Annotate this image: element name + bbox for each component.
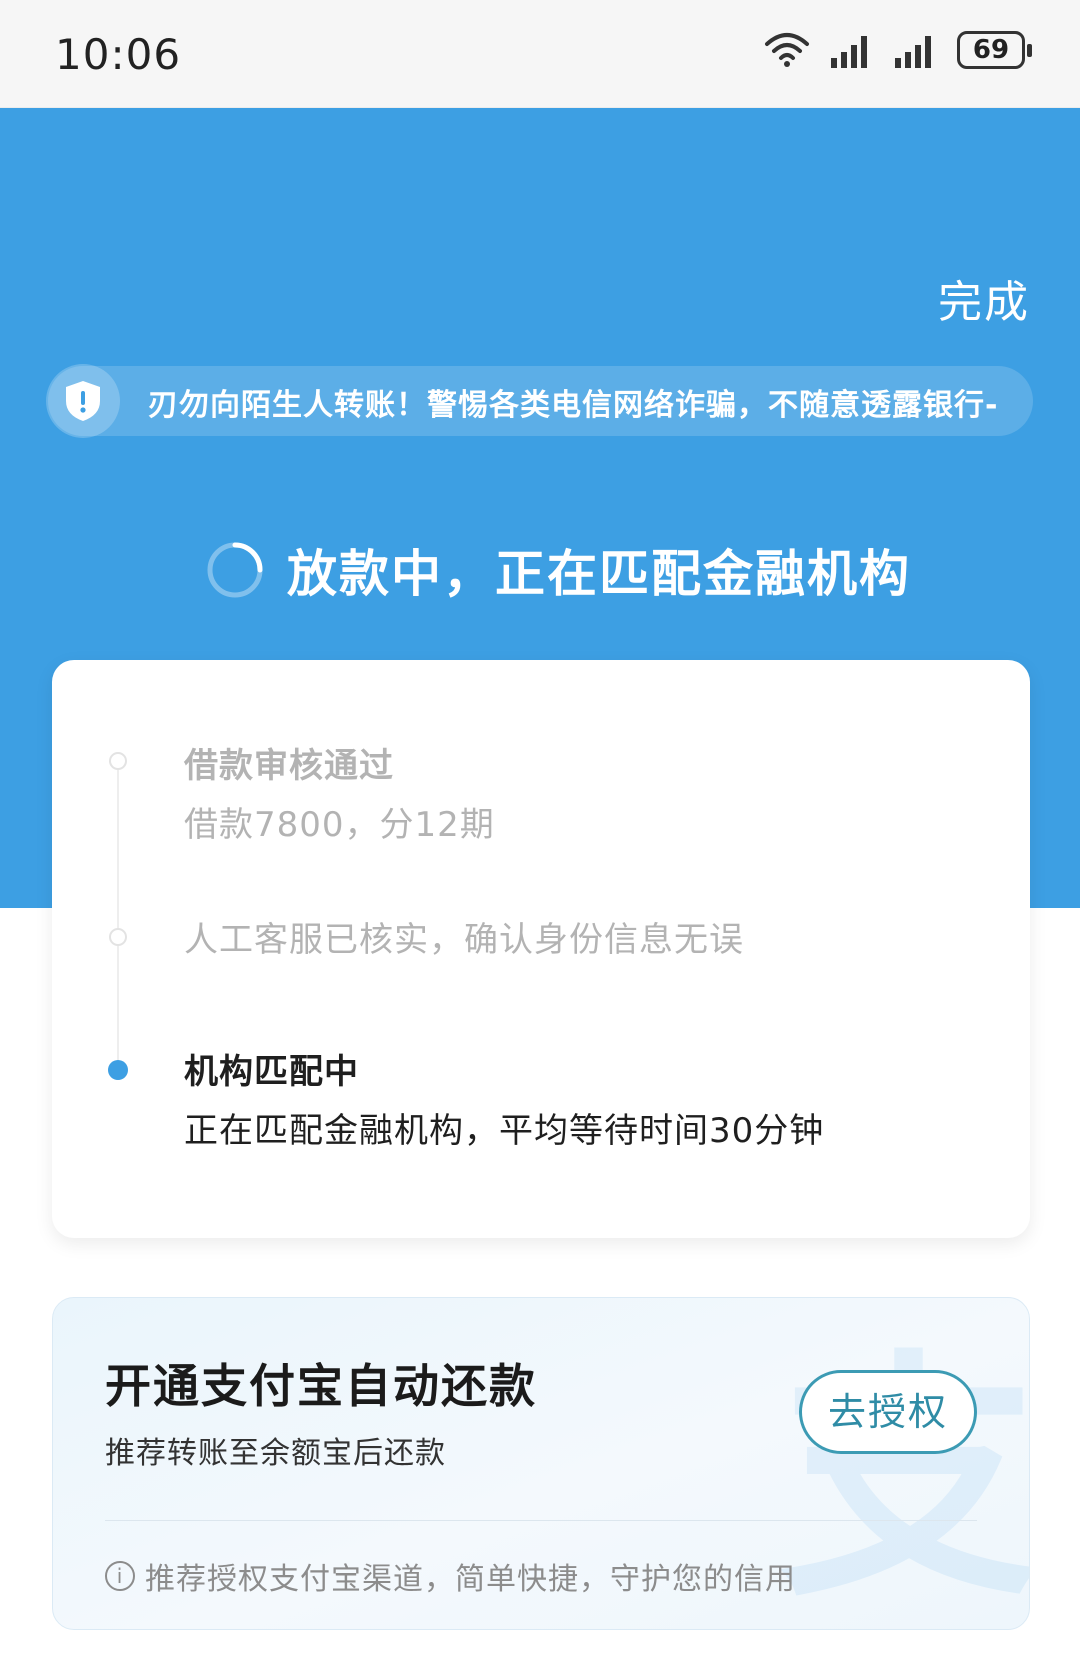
divider bbox=[105, 1520, 977, 1521]
fraud-notice-bar[interactable]: 刃勿向陌生人转账！警惕各类电信网络诈骗，不随意透露银行- bbox=[46, 364, 1033, 438]
step-1-dot bbox=[109, 752, 127, 770]
status-time: 10:06 bbox=[55, 30, 182, 79]
alipay-note: i 推荐授权支付宝渠道，简单快捷，守护您的信用 bbox=[105, 1554, 796, 1598]
step-1-title: 借款审核通过 bbox=[184, 746, 394, 786]
status-bar: 10:06 69 bbox=[0, 0, 1080, 108]
info-icon: i bbox=[105, 1561, 135, 1591]
status-icons: 69 bbox=[763, 30, 1032, 70]
step-3-title: 机构匹配中 bbox=[184, 1052, 359, 1092]
loading-spinner-icon bbox=[207, 542, 263, 598]
alipay-subtitle: 推荐转账至余额宝后还款 bbox=[105, 1436, 446, 1471]
signal-icon bbox=[831, 36, 867, 68]
alipay-watermark-icon: 支 bbox=[779, 1330, 1030, 1630]
authorize-button[interactable]: 去授权 bbox=[799, 1370, 977, 1454]
page: 10:06 69 完成 刃勿向陌生人转账！警惕各类电信网络诈骗，不随意透露银行-… bbox=[0, 0, 1080, 1661]
done-button[interactable]: 完成 bbox=[938, 266, 1030, 330]
step-3-desc: 正在匹配金融机构，平均等待时间30分钟 bbox=[184, 1111, 825, 1151]
step-1-desc: 借款7800，分12期 bbox=[184, 805, 495, 845]
alipay-title: 开通支付宝自动还款 bbox=[105, 1359, 537, 1413]
step-2-dot bbox=[109, 928, 127, 946]
progress-card: 借款审核通过 借款7800，分12期 人工客服已核实，确认身份信息无误 机构匹配… bbox=[52, 660, 1030, 1238]
timeline-line bbox=[117, 765, 119, 1070]
step-2-desc: 人工客服已核实，确认身份信息无误 bbox=[184, 920, 744, 960]
fraud-notice-text: 刃勿向陌生人转账！警惕各类电信网络诈骗，不随意透露银行- bbox=[148, 388, 999, 423]
alipay-note-text: 推荐授权支付宝渠道，简单快捷，守护您的信用 bbox=[145, 1562, 796, 1597]
loading-status: 放款中，正在匹配金融机构 bbox=[205, 530, 911, 610]
loading-text: 放款中，正在匹配金融机构 bbox=[287, 545, 911, 603]
step-3-dot bbox=[108, 1060, 128, 1080]
wifi-icon bbox=[765, 33, 809, 67]
signal-icon bbox=[895, 36, 931, 68]
battery-icon: 69 bbox=[957, 31, 1032, 69]
alipay-autopay-card: 支 开通支付宝自动还款 推荐转账至余额宝后还款 去授权 i 推荐授权支付宝渠道，… bbox=[52, 1297, 1030, 1630]
shield-icon bbox=[46, 364, 120, 438]
